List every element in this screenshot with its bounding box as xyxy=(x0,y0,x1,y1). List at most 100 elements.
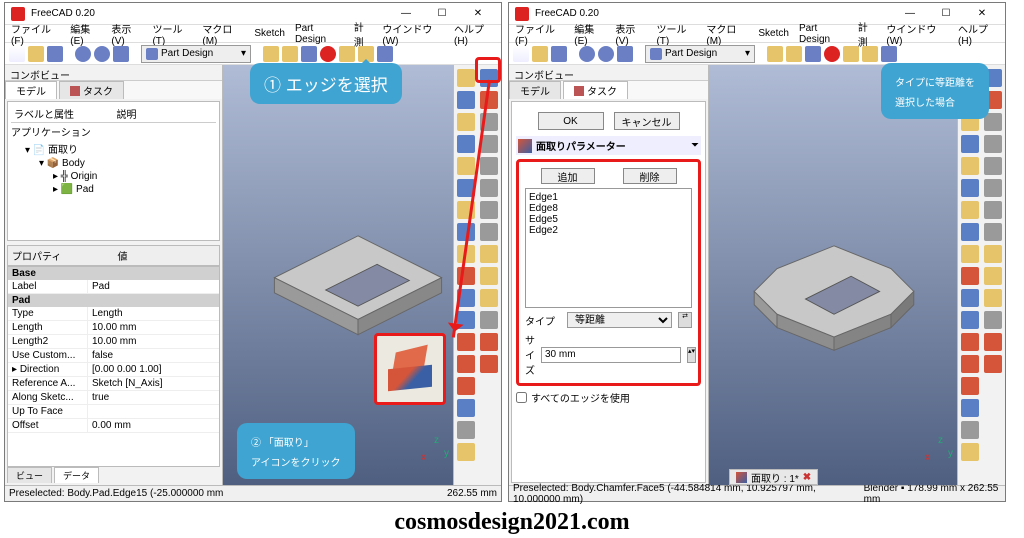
workbench-selector[interactable]: Part Design xyxy=(141,45,251,63)
view-rear-icon[interactable] xyxy=(480,157,498,175)
swap-icon[interactable]: ⇄ xyxy=(678,312,692,328)
view-iso-icon[interactable] xyxy=(480,223,498,241)
pocket-icon[interactable] xyxy=(457,91,475,109)
box-icon[interactable] xyxy=(767,46,783,62)
groove-icon[interactable] xyxy=(457,135,475,153)
redo-icon[interactable] xyxy=(598,46,614,62)
misc2-icon[interactable] xyxy=(480,355,498,373)
revolve-icon[interactable] xyxy=(457,113,475,131)
undo-icon[interactable] xyxy=(579,46,595,62)
ok-button[interactable]: OK xyxy=(538,112,604,130)
view-left-icon[interactable] xyxy=(984,201,1002,219)
box-icon[interactable] xyxy=(263,46,279,62)
torus-icon[interactable] xyxy=(282,46,298,62)
measure-clear-icon[interactable] xyxy=(984,289,1002,307)
new-file-icon[interactable] xyxy=(513,46,529,62)
menu-sketch[interactable]: Sketch xyxy=(758,28,789,39)
misc-icon[interactable] xyxy=(480,333,498,351)
torus-icon[interactable] xyxy=(786,46,802,62)
measure-clear-icon[interactable] xyxy=(480,289,498,307)
chamfer-params-header[interactable]: 面取りパラメーター ⏷ xyxy=(516,136,701,155)
use-all-edges-checkbox[interactable]: すべてのエッジを使用 xyxy=(516,390,701,405)
type-select[interactable]: 等距離 xyxy=(567,312,672,328)
hole-icon[interactable] xyxy=(961,223,979,241)
save-file-icon[interactable] xyxy=(551,46,567,62)
tab-model[interactable]: モデル xyxy=(5,81,57,99)
toggle-icon[interactable] xyxy=(480,311,498,329)
open-file-icon[interactable] xyxy=(532,46,548,62)
measure-dist-icon[interactable] xyxy=(480,245,498,263)
new-file-icon[interactable] xyxy=(9,46,25,62)
tab-data[interactable]: データ xyxy=(54,467,99,483)
tab-task[interactable]: タスク xyxy=(563,81,628,99)
zoom-icon[interactable] xyxy=(805,46,821,62)
workbench-selector[interactable]: Part Design xyxy=(645,45,755,63)
sweep-icon[interactable] xyxy=(961,179,979,197)
shape-icon[interactable] xyxy=(339,46,355,62)
undo-icon[interactable] xyxy=(75,46,91,62)
polar-pattern-icon[interactable] xyxy=(961,377,979,395)
datum-icon[interactable] xyxy=(961,421,979,439)
view-left-icon[interactable] xyxy=(480,201,498,219)
record-icon[interactable] xyxy=(320,46,336,62)
cancel-button[interactable]: キャンセル xyxy=(614,112,680,130)
measure-angle-icon[interactable] xyxy=(984,267,1002,285)
groove-icon[interactable] xyxy=(961,135,979,153)
list-item[interactable]: Edge8 xyxy=(529,203,688,214)
loft-icon[interactable] xyxy=(457,157,475,175)
property-grid[interactable]: Base LabelPad Pad TypeLength Length10.00… xyxy=(7,266,220,467)
draft-icon[interactable] xyxy=(961,289,979,307)
tree-body[interactable]: ▾ 📦 Body xyxy=(11,157,216,170)
shape2-icon[interactable] xyxy=(862,46,878,62)
help-icon[interactable] xyxy=(881,46,897,62)
3d-viewport[interactable]: zyx xyxy=(709,65,957,485)
tree-pad[interactable]: ▸ 🟩 Pad xyxy=(11,183,216,196)
edge-list[interactable]: Edge1 Edge8 Edge5 Edge2 xyxy=(525,188,692,308)
size-input[interactable] xyxy=(541,347,681,363)
shape-icon[interactable] xyxy=(843,46,859,62)
refresh-icon[interactable] xyxy=(113,46,129,62)
close-tab-icon[interactable]: ✖ xyxy=(803,472,811,483)
tab-task[interactable]: タスク xyxy=(59,81,124,99)
linear-pattern-icon[interactable] xyxy=(961,355,979,373)
loft-icon[interactable] xyxy=(961,157,979,175)
thickness-icon[interactable] xyxy=(961,311,979,329)
boolean-icon[interactable] xyxy=(961,399,979,417)
linear-pattern-icon[interactable] xyxy=(457,355,475,373)
save-file-icon[interactable] xyxy=(47,46,63,62)
shape-binder-icon[interactable] xyxy=(961,443,979,461)
tree-doc[interactable]: ▾ 📄 面取り xyxy=(11,140,216,157)
tab-view[interactable]: ビュー xyxy=(7,467,52,483)
model-tree[interactable]: ラベルと属性説明 アプリケーション ▾ 📄 面取り ▾ 📦 Body ▸ ╬ O… xyxy=(7,101,220,241)
help-icon[interactable] xyxy=(377,46,393,62)
misc-icon[interactable] xyxy=(984,333,1002,351)
view-rear-icon[interactable] xyxy=(984,157,1002,175)
misc2-icon[interactable] xyxy=(984,355,1002,373)
tab-model[interactable]: モデル xyxy=(509,81,561,99)
add-button[interactable]: 追加 xyxy=(541,168,595,184)
collapse-icon[interactable]: ⏷ xyxy=(691,140,699,151)
spin-up-down-icon[interactable]: ▴▾ xyxy=(687,347,696,363)
tree-origin[interactable]: ▸ ╬ Origin xyxy=(11,170,216,183)
open-file-icon[interactable] xyxy=(28,46,44,62)
pad-icon[interactable] xyxy=(457,69,475,87)
helix-icon[interactable] xyxy=(961,201,979,219)
shape-binder-icon[interactable] xyxy=(457,443,475,461)
list-item[interactable]: Edge1 xyxy=(529,192,688,203)
toggle-icon[interactable] xyxy=(984,311,1002,329)
remove-button[interactable]: 削除 xyxy=(623,168,677,184)
menu-partdesign[interactable]: Part Design xyxy=(295,23,344,45)
tree-application[interactable]: アプリケーション xyxy=(11,123,216,140)
view-bottom-icon[interactable] xyxy=(480,179,498,197)
menu-partdesign[interactable]: Part Design xyxy=(799,23,848,45)
view-right-icon[interactable] xyxy=(984,135,1002,153)
polar-pattern-icon[interactable] xyxy=(457,377,475,395)
refresh-icon[interactable] xyxy=(617,46,633,62)
record-icon[interactable] xyxy=(824,46,840,62)
document-tab[interactable]: 面取り : 1* ✖ xyxy=(729,469,818,485)
mirror-icon[interactable] xyxy=(961,333,979,351)
measure-dist-icon[interactable] xyxy=(984,245,1002,263)
3d-viewport[interactable]: zyx xyxy=(223,65,453,485)
list-item[interactable]: Edge2 xyxy=(529,225,688,236)
view-top-icon[interactable] xyxy=(984,113,1002,131)
